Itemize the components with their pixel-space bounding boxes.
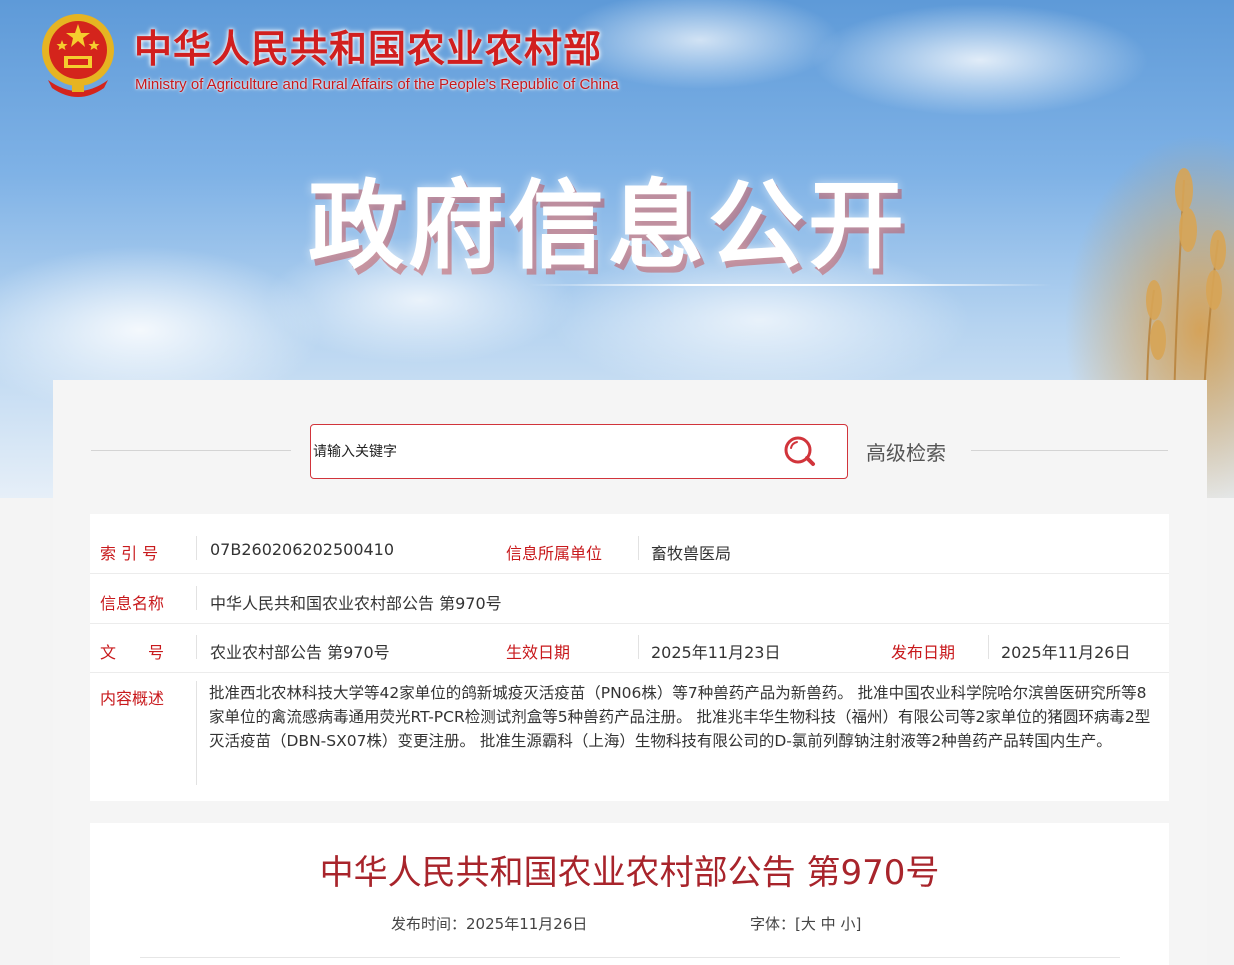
- summary-value: 批准西北农林科技大学等42家单位的鸽新城疫灭活疫苗（PN06株）等7种兽药产品为…: [209, 684, 1151, 750]
- index-value: 07B260206202500410: [210, 540, 395, 559]
- docno-label: 文 号: [100, 643, 165, 662]
- publish-date-value: 2025年11月26日: [1001, 643, 1131, 662]
- banner-divider: [528, 284, 1052, 286]
- publish-time-value: 2025年11月26日: [466, 915, 588, 933]
- column-separator: [196, 681, 197, 785]
- name-label: 信息名称: [100, 594, 165, 613]
- search-bar: 高级检索: [53, 380, 1207, 515]
- publish-time-label: 发布时间：: [391, 915, 467, 933]
- info-row-summary: 内容概述 批准西北农林科技大学等42家单位的鸽新城疫灭活疫苗（PN06株）等7种…: [90, 673, 1169, 801]
- article-title: 中华人民共和国农业农村部公告 第970号: [319, 853, 940, 893]
- column-separator: [638, 635, 639, 659]
- info-row-index: 索 引 号 07B260206202500410 信息所属单位 畜牧兽医局: [90, 514, 1169, 574]
- search-divider-left: [91, 450, 291, 451]
- search-input[interactable]: [313, 439, 753, 465]
- unit-label: 信息所属单位: [506, 544, 603, 563]
- search-divider-right: [971, 450, 1168, 451]
- summary-label: 内容概述: [100, 689, 165, 708]
- ministry-name-en: Ministry of Agriculture and Rural Affair…: [135, 76, 619, 93]
- publish-time: 发布时间：2025年11月26日: [391, 913, 587, 934]
- name-value: 中华人民共和国农业农村部公告 第970号: [210, 594, 502, 613]
- info-table: 索 引 号 07B260206202500410 信息所属单位 畜牧兽医局 信息…: [90, 514, 1169, 801]
- column-separator: [196, 536, 197, 560]
- article-divider: [140, 957, 1120, 958]
- article-header: 中华人民共和国农业农村部公告 第970号 发布时间：2025年11月26日 字体…: [90, 823, 1169, 965]
- search-box: [310, 424, 848, 479]
- index-label: 索 引 号: [100, 544, 159, 563]
- column-separator: [988, 635, 989, 659]
- column-separator: [638, 536, 639, 560]
- ministry-name-cn: 中华人民共和国农业农村部: [134, 26, 603, 71]
- unit-value: 畜牧兽医局: [651, 544, 732, 563]
- publish-date-label: 发布日期: [891, 643, 956, 662]
- national-emblem-icon: [42, 14, 114, 97]
- font-size-selector: 字体：[大 中 小]: [750, 913, 861, 934]
- font-size-large-button[interactable]: 大: [801, 915, 816, 933]
- banner-title: 政府信息公开: [308, 170, 908, 282]
- effective-date-label: 生效日期: [506, 643, 571, 662]
- font-size-small-button[interactable]: 小: [840, 915, 855, 933]
- info-row-name: 信息名称 中华人民共和国农业农村部公告 第970号: [90, 574, 1169, 624]
- search-icon[interactable]: [781, 434, 821, 470]
- font-size-label: 字体：: [750, 915, 796, 933]
- effective-date-value: 2025年11月23日: [651, 643, 781, 662]
- font-bracket-close: ]: [855, 915, 862, 933]
- docno-value: 农业农村部公告 第970号: [210, 643, 390, 662]
- column-separator: [196, 586, 197, 610]
- content-panel: 高级检索 索 引 号 07B260206202500410 信息所属单位 畜牧兽…: [53, 380, 1207, 965]
- info-row-docno: 文 号 农业农村部公告 第970号 生效日期 2025年11月23日 发布日期 …: [90, 624, 1169, 673]
- font-size-medium-button[interactable]: 中: [821, 915, 836, 933]
- advanced-search-link[interactable]: 高级检索: [866, 437, 946, 466]
- column-separator: [196, 635, 197, 659]
